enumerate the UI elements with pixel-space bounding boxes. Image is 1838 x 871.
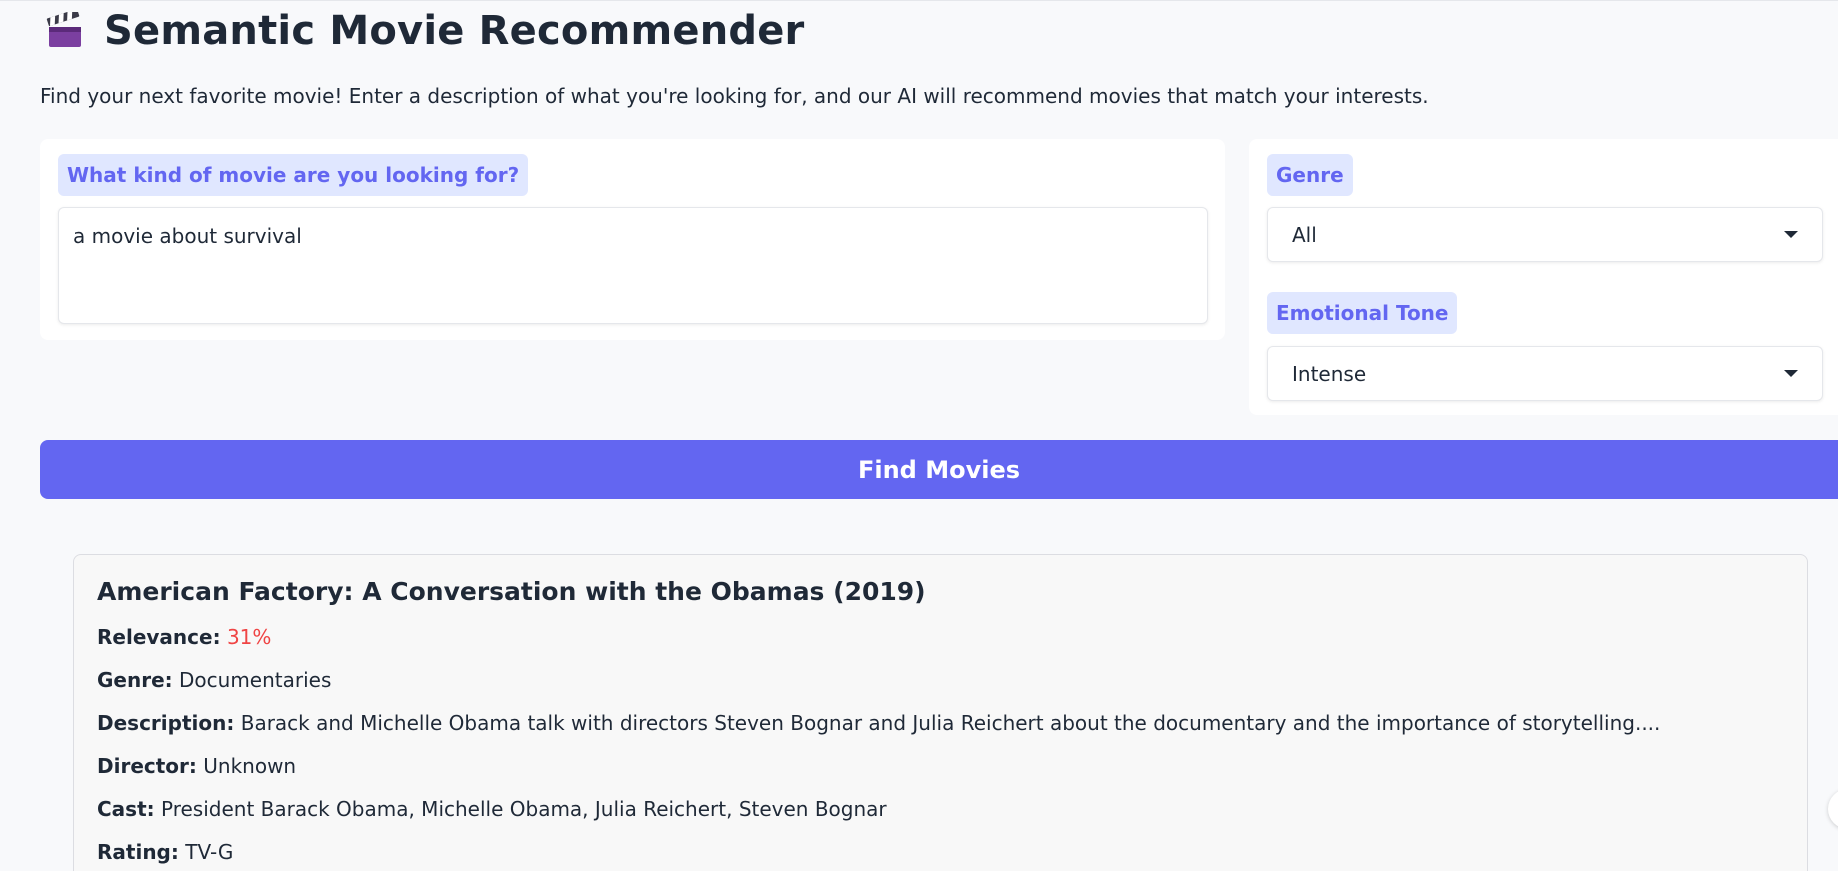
chevron-down-icon (1784, 231, 1798, 238)
filter-panel: Genre All Emotional Tone Intense (1249, 139, 1838, 415)
relevance-value: 31% (226, 625, 272, 649)
relevance-label: Relevance: (97, 625, 221, 649)
genre-dropdown[interactable]: All (1267, 207, 1823, 262)
tone-dropdown[interactable]: Intense (1267, 346, 1823, 401)
genre-row: Genre: Documentaries (97, 668, 331, 692)
query-label: What kind of movie are you looking for? (58, 154, 529, 196)
director-label: Director: (97, 754, 197, 778)
rating-row: Rating: TV-G (97, 840, 233, 864)
find-movies-button[interactable]: Find Movies (40, 440, 1838, 499)
director-value: Unknown (203, 754, 297, 778)
movie-title: American Factory: A Conversation with th… (97, 577, 926, 606)
query-textarea[interactable]: a movie about survival (58, 207, 1208, 324)
relevance-row: Relevance: 31% (97, 625, 271, 649)
cast-value: President Barack Obama, Michelle Obama, … (161, 797, 887, 821)
rating-label: Rating: (97, 840, 179, 864)
description-label: Description: (97, 711, 235, 735)
clapperboard-icon (46, 9, 84, 50)
cast-row: Cast: President Barack Obama, Michelle O… (97, 797, 887, 821)
result-genre-value: Documentaries (179, 668, 332, 692)
query-panel: What kind of movie are you looking for? … (40, 139, 1225, 340)
tone-selected-value: Intense (1292, 361, 1367, 386)
result-card: American Factory: A Conversation with th… (73, 554, 1808, 871)
result-genre-label: Genre: (97, 668, 173, 692)
description-row: Description: Barack and Michelle Obama t… (97, 711, 1660, 735)
app-page: Semantic Movie Recommender Find your nex… (0, 0, 1838, 871)
cast-label: Cast: (97, 797, 155, 821)
rating-value: TV-G (185, 840, 234, 864)
genre-selected-value: All (1292, 222, 1317, 247)
header: Semantic Movie Recommender (46, 8, 804, 54)
tone-label: Emotional Tone (1267, 292, 1458, 334)
description-value: Barack and Michelle Obama talk with dire… (240, 711, 1661, 735)
top-divider (0, 0, 1838, 1)
intro-text: Find your next favorite movie! Enter a d… (40, 84, 1429, 108)
director-row: Director: Unknown (97, 754, 296, 778)
genre-label: Genre (1267, 154, 1353, 196)
floating-action-button[interactable] (1828, 789, 1838, 829)
page-title: Semantic Movie Recommender (104, 8, 805, 54)
chevron-down-icon (1784, 370, 1798, 377)
